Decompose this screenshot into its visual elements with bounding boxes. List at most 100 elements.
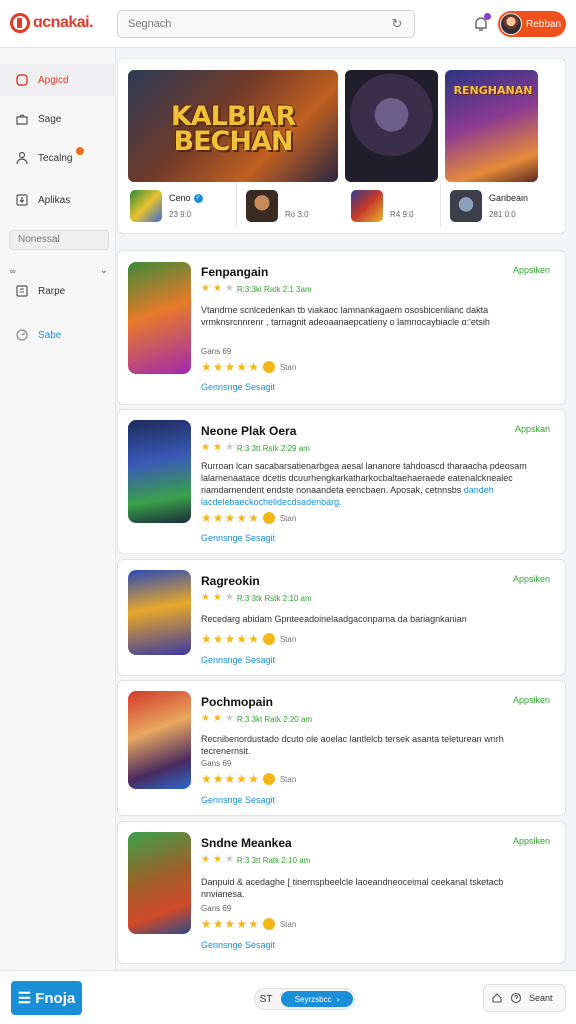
bottom-right-label: Seant — [529, 993, 553, 1003]
app-card[interactable]: Sndne Meankea Appsiken ★ ★ ★ R:3 3tt Ratk … — [117, 821, 566, 964]
menu-icon: ☰ — [17, 990, 32, 1007]
app-link[interactable]: Gennsnge Sesagit — [201, 795, 275, 805]
search-bar[interactable]: ↻ — [117, 10, 415, 38]
app-subline-text: R:3 3tk Rstk 2:10 am — [236, 593, 312, 603]
bottom-primary-label: Seyrzsbcc — [294, 994, 332, 1004]
banner-title: KALBIAR BECHAN — [170, 101, 296, 157]
sidebar-item-label: Apgicd — [38, 74, 69, 86]
app-rating: ★ ★ ★ ★ ★ Stan — [201, 772, 297, 786]
star-icon: ★ — [212, 283, 222, 294]
home-icon — [15, 73, 29, 87]
verified-icon: ✓ — [193, 193, 203, 203]
sidebar-item-label: Sabe — [38, 329, 62, 341]
rating-text: Stan — [279, 634, 297, 644]
app-logo[interactable]: ɑcnakai. — [10, 13, 94, 33]
bottom-logo-text: Fnoja — [35, 989, 76, 1007]
home-outline-icon — [492, 993, 502, 1003]
chevron-right-icon: › — [336, 994, 340, 1004]
notification-badge — [76, 147, 84, 155]
app-icon-image — [128, 262, 191, 374]
app-rating: ★ ★ ★ ★ ★ Stan — [201, 360, 297, 374]
rating-badge-icon — [262, 773, 275, 785]
featured-item-title: Ceno — [169, 193, 191, 203]
app-rating: ★ ★ ★ ★ ★ Stan — [201, 917, 297, 931]
app-tag: Appsiken — [512, 265, 550, 275]
avatar — [500, 13, 522, 35]
app-link[interactable]: Gennsnge Sesagit — [201, 533, 275, 543]
sidebar-item-label: Rarpe — [38, 285, 66, 297]
bottom-primary-button[interactable]: Seyrzsbcc › — [281, 991, 353, 1007]
app-title[interactable]: Neone Plak Oera — [201, 424, 296, 438]
sidebar: Apgicd Sage Tecalng Aplikas Nonessal ∞ ⌄… — [0, 48, 116, 970]
top-bar: ɑcnakai. ↻ Rebban — [0, 0, 576, 48]
gauge-icon — [15, 328, 29, 342]
app-link[interactable]: Gennsnge Sesagit — [201, 940, 275, 950]
star-icon: ★ — [224, 283, 234, 294]
rating-text: Stan — [279, 513, 297, 523]
notification-badge — [484, 13, 491, 20]
app-description: Recedarg abidam Gpnteeadoinelaadgaconpam… — [201, 614, 467, 624]
app-icon-image — [128, 691, 191, 789]
rating-badge-icon — [262, 512, 275, 524]
bottom-right-control[interactable]: Seant — [483, 984, 566, 1012]
featured-item[interactable]: R4 9:0 — [351, 190, 414, 224]
featured-item-meta: Ro 3:0 — [285, 210, 309, 219]
app-icon-image — [128, 420, 191, 523]
sidebar-item-aplikas[interactable]: Aplikas — [0, 184, 116, 216]
refresh-icon[interactable]: ↻ — [390, 17, 404, 31]
app-subline-text: R:3 3tt Rstk 2:29 am — [236, 443, 310, 453]
app-title[interactable]: Ragreokin — [201, 574, 260, 588]
app-description: Vtandrne scnlcedenkan tb viakaoc lamnank… — [201, 305, 490, 327]
sidebar-item-sabe[interactable]: Sabe — [0, 319, 116, 351]
search-input[interactable] — [128, 18, 390, 30]
rating-badge-icon — [262, 633, 275, 645]
category-icon — [15, 284, 29, 298]
app-subline: ★ ★ ★ R:3:3ki Ratk 2:1 3am — [201, 284, 312, 294]
featured-item[interactable]: Ro 3:0 — [246, 190, 309, 224]
app-subline-text: R:3 3tt Ratk 2:10 am — [236, 855, 311, 865]
bottom-center-control[interactable]: ST Seyrzsbcc › — [254, 988, 355, 1010]
divider — [236, 182, 237, 227]
app-thumbnail — [246, 190, 278, 222]
sidebar-item-label: Aplikas — [38, 194, 71, 206]
app-card[interactable]: Fenpangain Appsiken ★ ★ ★ R:3:3ki Ratk 2:1… — [117, 250, 566, 405]
app-card[interactable]: Ragreokin Appsiken ★ ★ ★ R:3 3tk Rstk 2:10… — [117, 559, 566, 676]
app-link[interactable]: Gennsnge Sesagit — [201, 382, 275, 392]
sidebar-item-sage[interactable]: Sage — [0, 103, 116, 135]
app-title[interactable]: Sndne Meankea — [201, 836, 292, 850]
featured-item[interactable]: Ceno ✓ 23 9:0 — [130, 190, 203, 224]
app-title[interactable]: Pochmopain — [201, 695, 273, 709]
help-icon — [510, 992, 522, 1004]
app-title[interactable]: Fenpangain — [201, 265, 268, 279]
logo-text: ɑcnakai. — [33, 14, 94, 31]
rating-badge-icon — [262, 918, 275, 930]
featured-banner-2[interactable] — [345, 70, 438, 182]
rating-text: Stan — [279, 362, 297, 372]
app-description: Recnibenordustado dcuto ole aoelac lantl… — [201, 734, 504, 756]
app-meta: Gans 69 — [201, 347, 232, 356]
sidebar-item-home[interactable]: Apgicd — [0, 64, 116, 96]
notification-button[interactable] — [472, 13, 491, 33]
app-card[interactable]: Pochmopain Appsiken ★ ★ ★ R:3 3kt Ratk 2:2… — [117, 680, 566, 816]
featured-item[interactable]: Ganbeain 281 0:0 — [450, 190, 528, 224]
sidebar-item-tecalng[interactable]: Tecalng — [0, 142, 116, 174]
app-description: Danpuid & acedaghe [ tinernspbeelcle lao… — [201, 877, 504, 899]
featured-banner-main[interactable]: KALBIAR BECHAN — [128, 70, 338, 182]
featured-banner-3[interactable]: RENGHANAN — [445, 70, 538, 182]
app-card[interactable]: Neone Plak Oera Appskan ★ ★ ★ R:3 3tt Rstk… — [117, 409, 566, 554]
app-subline: ★ ★ ★ R:3 3tt Rstk 2:29 am — [201, 442, 310, 453]
app-link[interactable]: Gennsnge Sesagit — [201, 655, 275, 665]
sidebar-item-rarpe[interactable]: Rarpe — [0, 275, 116, 307]
logo-icon — [10, 13, 30, 33]
download-icon — [15, 193, 29, 207]
app-tag: Appsiken — [512, 695, 550, 705]
user-name: Rebban — [526, 18, 562, 30]
user-menu-button[interactable]: Rebban — [498, 11, 566, 37]
rating-badge-icon — [262, 361, 275, 373]
rating-text: Stan — [279, 774, 297, 784]
bottom-bar: ☰ Fnoja ST Seyrzsbcc › Seant — [0, 970, 576, 1024]
sidebar-search-input[interactable]: Nonessal — [9, 230, 109, 250]
bottom-logo-button[interactable]: ☰ Fnoja — [11, 981, 82, 1015]
rating-text: Stan — [279, 919, 297, 929]
app-rating: ★ ★ ★ ★ ★ Stan — [201, 511, 297, 525]
